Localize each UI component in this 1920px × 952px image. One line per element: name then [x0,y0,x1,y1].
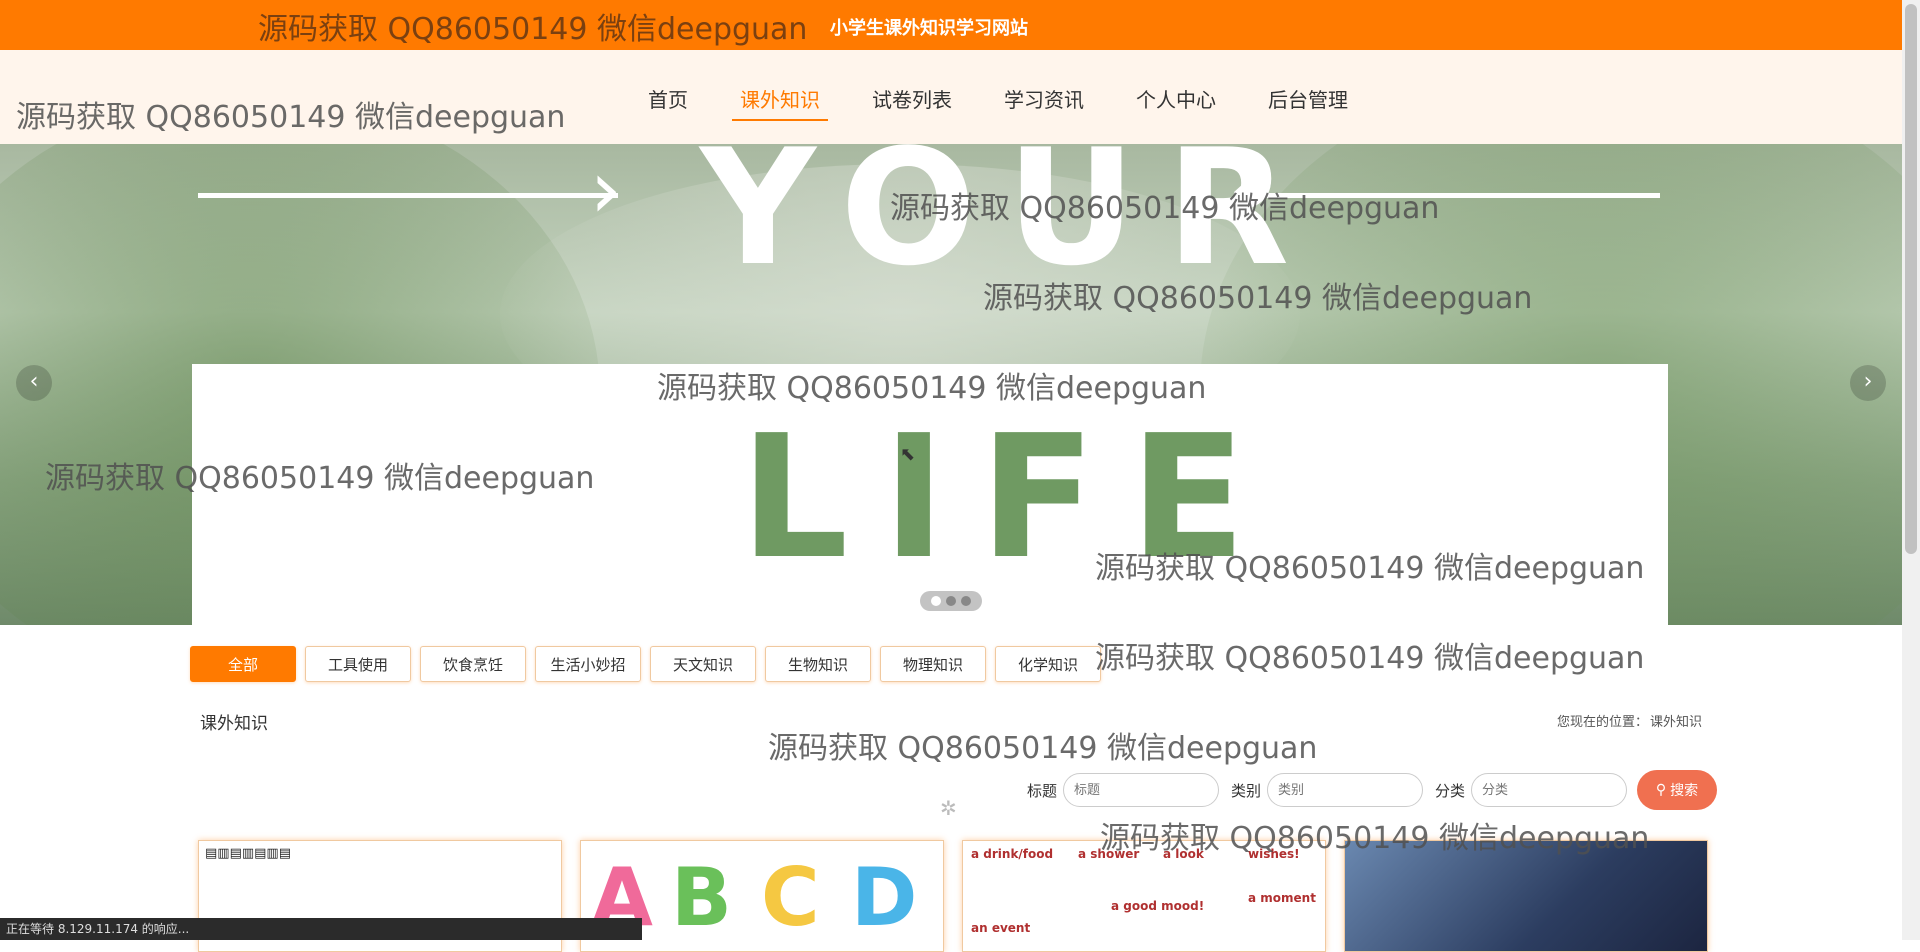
card-doc-heading-5: a good mood! [1111,899,1205,913]
category-astronomy[interactable]: 天文知识 [650,646,756,682]
watermark: 源码获取 QQ86050149 微信deepguan [657,371,1207,406]
scrollbar-thumb[interactable] [1905,4,1917,554]
nav-item-news[interactable]: 学习资讯 [996,84,1092,121]
watermark: 源码获取 QQ86050149 微信deepguan [1100,821,1650,856]
watermark: 源码获取 QQ86050149 微信deepguan [768,731,1318,766]
type-search-input[interactable] [1267,773,1424,807]
browser-status-bar: 正在等待 8.129.11.174 的响应... [0,918,642,940]
carousel-prev-button[interactable]: ‹ [16,365,52,401]
card-image-word-cloud: ▤▥▤▥▤▥▤ [205,846,291,861]
card-letter-c: C [761,851,820,944]
watermark: 源码获取 QQ86050149 微信deepguan [45,461,595,496]
watermark: 源码获取 QQ86050149 微信deepguan [983,281,1533,316]
category-filter: 全部 工具使用 饮食烹饪 生活小妙招 天文知识 生物知识 物理知识 化学知识 [190,646,1101,682]
nav-item-exams[interactable]: 试卷列表 [864,84,960,121]
nav-item-profile[interactable]: 个人中心 [1128,84,1224,121]
title-label: 标题 [1027,781,1058,800]
search-button[interactable]: ⚲ 搜索 [1637,770,1718,810]
card-doc-heading-1: a drink/food [971,847,1054,861]
breadcrumb-current[interactable]: 课外知识 [1650,711,1702,730]
card-letter-b: B [671,851,732,944]
search-icon: ⚲ [1655,782,1667,798]
carousel-dot-2[interactable] [946,596,956,606]
watermark: 源码获取 QQ86050149 微信deepguan [16,100,566,135]
banner-arrow-right-line [198,193,618,198]
breadcrumb: 您现在的位置： 课外知识 [1557,711,1702,730]
watermark: 源码获取 QQ86050149 微信deepguan [1095,641,1645,676]
watermark: 源码获取 QQ86050149 微信deepguan [258,12,808,47]
category-biology[interactable]: 生物知识 [765,646,871,682]
category-label: 分类 [1435,781,1466,800]
card-doc-heading-6: an event [971,921,1031,935]
category-chemistry[interactable]: 化学知识 [995,646,1101,682]
category-physics[interactable]: 物理知识 [880,646,986,682]
search-button-label: 搜索 [1670,783,1699,799]
title-search-input[interactable] [1063,773,1220,807]
mouse-cursor-icon: ⬉ [900,444,916,465]
carousel-dot-1[interactable] [931,596,941,606]
category-life-tips[interactable]: 生活小妙招 [535,646,641,682]
loading-spinner-icon: ✲ [940,796,957,820]
nav-item-knowledge[interactable]: 课外知识 [732,84,828,121]
category-all[interactable]: 全部 [190,646,296,682]
carousel-dots [920,591,982,611]
type-label: 类别 [1231,781,1262,800]
nav-item-home[interactable]: 首页 [640,84,696,121]
watermark: 源码获取 QQ86050149 微信deepguan [1095,551,1645,586]
card-doc-heading-7: a moment [1248,891,1316,905]
banner-arrow-right-head: › [590,144,622,236]
carousel-next-button[interactable]: › [1850,365,1886,401]
nav-item-admin[interactable]: 后台管理 [1260,84,1356,121]
nav-menu: 首页 课外知识 试卷列表 学习资讯 个人中心 后台管理 [640,84,1392,121]
category-cooking[interactable]: 饮食烹饪 [420,646,526,682]
card-letter-d: D [851,851,918,944]
watermark: 源码获取 QQ86050149 微信deepguan [890,191,1440,226]
search-form: 标题 类别 分类 ⚲ 搜索 [1015,770,1718,810]
section-title: 课外知识 [200,714,268,734]
breadcrumb-prefix: 您现在的位置： [1556,715,1648,730]
category-tools[interactable]: 工具使用 [305,646,411,682]
carousel-dot-3[interactable] [961,596,971,606]
category-search-input[interactable] [1471,773,1628,807]
page-scrollbar[interactable] [1902,0,1920,940]
site-title: 小学生课外知识学习网站 [830,18,1028,39]
